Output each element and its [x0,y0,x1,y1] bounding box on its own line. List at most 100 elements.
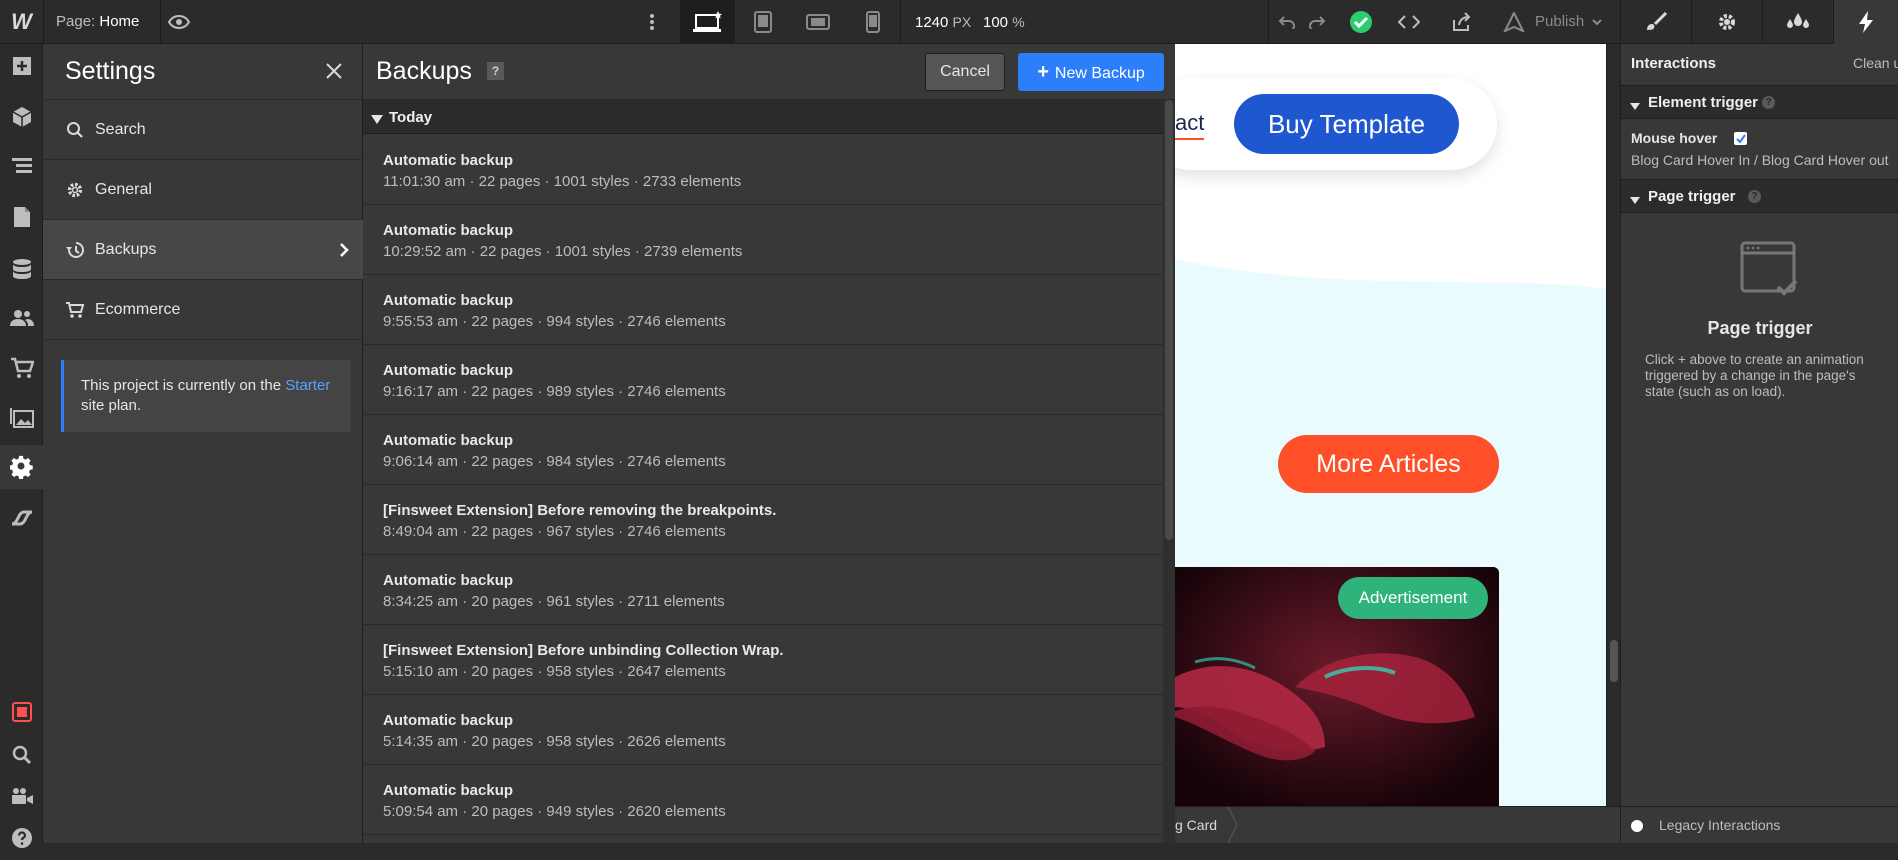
backup-row[interactable]: Automatic backup 10:29:52 am · 22 pages ·… [363,205,1163,275]
backup-meta: 9:16:17 am · 22 pages · 989 styles · 274… [383,383,726,400]
legacy-interactions-label: Legacy Interactions [1659,817,1781,833]
buy-template-button[interactable]: Buy Template [1234,94,1459,154]
backup-title: Automatic backup [383,712,514,729]
canvas-width-readout[interactable]: 1240 PX [915,0,971,44]
landscape-breakpoint-icon[interactable] [790,0,845,44]
settings-item-label: Backups [95,240,157,258]
element-settings-gear-icon[interactable] [1692,0,1762,44]
page-trigger-heading: Page trigger [1707,318,1813,338]
element-trigger-label: Element trigger [1648,94,1759,111]
backup-row[interactable]: Automatic backup 8:34:25 am · 20 pages · … [363,555,1163,625]
canvas-scrollbar[interactable] [1606,44,1620,806]
plan-link[interactable]: Starter [285,377,330,394]
backup-row[interactable]: Automatic backup 11:01:30 am · 22 pages ·… [363,135,1163,205]
backup-row[interactable]: Automatic backup 5:14:35 am · 20 pages · … [363,695,1163,765]
navigator-icon[interactable] [0,144,43,188]
more-vertical-icon[interactable] [640,0,664,44]
sync-status-icon [1346,0,1376,44]
mobile-breakpoint-icon[interactable] [845,0,900,44]
group-header-today[interactable]: Today [363,100,1163,134]
share-icon[interactable] [1443,0,1479,44]
mouse-hover-checkbox[interactable] [1734,132,1747,145]
help-icon[interactable]: ? [1762,96,1775,109]
backup-row[interactable]: Automatic backup 9:16:17 am · 22 pages · … [363,345,1163,415]
users-icon[interactable] [0,296,43,340]
element-trigger-header[interactable]: Element trigger ? [1621,85,1898,119]
gear-icon [63,181,87,199]
backup-row[interactable]: [Finsweet Extension] Before unbinding Co… [363,625,1163,695]
symbols-box-icon[interactable] [0,95,43,139]
preview-eye-icon[interactable] [162,0,196,44]
publish-button[interactable]: Publish [1535,0,1603,44]
backup-row[interactable]: Automatic backup 9:06:14 am · 22 pages · … [363,415,1163,485]
settings-panel: Settings Search General Backups Ecommerc… [43,44,363,843]
scrollbar-thumb[interactable] [1165,100,1173,540]
settings-gear-icon[interactable] [0,445,43,489]
backup-row[interactable]: Automatic backup 9:55:53 am · 22 pages · … [363,275,1163,345]
zoom-value: 100 [983,14,1009,31]
new-backup-label: New Backup [1054,65,1145,82]
publish-label: Publish [1535,13,1585,30]
add-element-icon[interactable] [0,44,43,88]
backup-meta: 9:55:53 am · 22 pages · 994 styles · 274… [383,313,726,330]
scrollbar[interactable] [1163,100,1175,843]
zoom-readout[interactable]: 100 % [983,0,1025,44]
backup-title: [Finsweet Extension] Before unbinding Co… [383,642,784,659]
help-icon[interactable] [0,816,43,860]
settings-item-search[interactable]: Search [43,100,363,160]
backup-row[interactable]: Automatic backup 5:09:54 am · 20 pages · … [363,765,1163,835]
pages-icon[interactable] [0,195,43,239]
design-canvas[interactable]: act Buy Template More Articles Advertise… [1175,44,1606,806]
interactions-bolt-icon[interactable] [1834,0,1898,44]
breadcrumb-item[interactable]: g Card [1175,807,1229,843]
backup-meta: 5:09:54 am · 20 pages · 949 styles · 262… [383,803,726,820]
audit-stop-icon[interactable] [0,690,43,734]
backup-title: Automatic backup [383,362,514,379]
style-manager-drops-icon[interactable] [1763,0,1833,44]
settings-item-backups[interactable]: Backups [43,220,363,280]
settings-item-general[interactable]: General [43,160,363,220]
backup-title: Automatic backup [383,432,514,449]
backup-title: Automatic backup [383,152,514,169]
help-icon[interactable]: ? [1748,190,1761,203]
caret-down-icon [371,112,383,130]
legacy-interactions-toggle[interactable]: Legacy Interactions [1621,806,1898,843]
video-tutorials-icon[interactable] [0,774,43,818]
cms-database-icon[interactable] [0,247,43,291]
page-trigger-header[interactable]: Page trigger ? [1621,179,1898,213]
backup-meta: 11:01:30 am · 22 pages · 1001 styles · 2… [383,173,742,190]
close-icon[interactable] [325,62,345,82]
undo-icon[interactable] [1272,0,1302,44]
code-export-icon[interactable] [1393,0,1425,44]
search-icon [63,121,87,139]
desktop-breakpoint-icon[interactable] [680,0,735,44]
breadcrumb-separator-icon [1227,807,1238,843]
plan-notice-text: site plan. [81,397,142,414]
caret-down-icon [1630,192,1640,210]
webflow-logo-icon[interactable]: W [0,0,43,44]
redo-icon[interactable] [1302,0,1332,44]
more-articles-button[interactable]: More Articles [1278,435,1499,493]
style-brush-icon[interactable] [1621,0,1691,44]
settings-title: Settings [65,57,156,85]
canvas-scrollbar-thumb[interactable] [1610,640,1618,682]
nav-link-contact[interactable]: act [1175,110,1205,140]
search-icon[interactable] [0,733,43,777]
element-breadcrumb-bar: g Card [1175,806,1620,843]
backups-title: Backups [376,57,472,85]
assets-images-icon[interactable] [0,396,43,440]
clean-up-link[interactable]: Clean u [1853,55,1898,71]
help-badge[interactable]: ? [487,62,504,80]
tablet-breakpoint-icon[interactable] [735,0,790,44]
toggle-dot-icon [1631,820,1643,832]
backup-row[interactable]: [Finsweet Extension] Before removing the… [363,485,1163,555]
hover-animation-desc[interactable]: Blog Card Hover In / Blog Card Hover out [1631,152,1889,168]
page-label: Page: [56,13,96,30]
logic-flow-icon[interactable] [0,496,43,540]
cancel-button[interactable]: Cancel [925,53,1005,91]
plan-notice: This project is currently on the Starter… [61,360,351,432]
ecommerce-cart-icon[interactable] [0,346,43,390]
settings-item-ecommerce[interactable]: Ecommerce [43,280,363,340]
new-backup-button[interactable]: + New Backup [1018,53,1164,91]
page-selector[interactable]: Page: Home [56,0,139,44]
